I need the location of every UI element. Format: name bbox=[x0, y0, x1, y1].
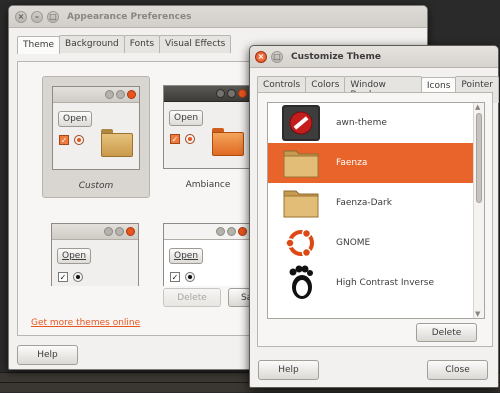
minimize-icon bbox=[104, 227, 113, 236]
folder-icon bbox=[212, 128, 244, 156]
radio-icon bbox=[185, 272, 195, 282]
theme-card[interactable]: Open ✓ bbox=[154, 214, 262, 286]
scroll-up-icon[interactable]: ▲ bbox=[475, 103, 480, 111]
tab-background[interactable]: Background bbox=[59, 35, 125, 53]
list-item-faenza-dark[interactable]: Faenza-Dark bbox=[268, 183, 474, 223]
list-scrollbar[interactable]: ▲ ▼ bbox=[473, 103, 484, 318]
gnome-foot-icon bbox=[276, 263, 326, 303]
help-button[interactable]: Help bbox=[17, 345, 78, 365]
preview-open-button: Open bbox=[57, 248, 92, 264]
theme-name: Ambiance bbox=[185, 180, 231, 190]
theme-name: Custom bbox=[78, 181, 114, 191]
preview-titlebar bbox=[52, 224, 138, 240]
folder-icon bbox=[101, 129, 133, 157]
theme-grid: Open ✓ Custom Open ✓ Ambiance Open ✓ Ope… bbox=[42, 76, 262, 286]
list-item-label: Faenza-Dark bbox=[336, 198, 392, 208]
checkbox-icon: ✓ bbox=[58, 272, 68, 282]
customize-theme-dialog: × □ Customize Theme Controls Colors Wind… bbox=[249, 45, 499, 388]
dialog-help-button[interactable]: Help bbox=[258, 360, 319, 380]
maximize-icon bbox=[116, 90, 125, 99]
dialog-titlebar[interactable]: × □ Customize Theme bbox=[250, 46, 498, 68]
theme-card[interactable]: Open ✓ bbox=[42, 214, 150, 286]
scroll-thumb[interactable] bbox=[476, 113, 482, 203]
close-icon bbox=[126, 227, 135, 236]
main-tabs: Theme Background Fonts Visual Effects bbox=[17, 35, 232, 54]
main-window-title: Appearance Preferences bbox=[67, 11, 192, 22]
list-item-label: Faenza bbox=[336, 158, 368, 168]
list-item-label: GNOME bbox=[336, 238, 371, 248]
no-entry-icon bbox=[276, 103, 326, 143]
list-item-gnome[interactable]: GNOME bbox=[268, 223, 474, 263]
maximize-dialog-button[interactable]: □ bbox=[271, 50, 283, 63]
preview-titlebar bbox=[164, 224, 250, 240]
minimize-icon bbox=[216, 227, 225, 236]
theme-preview: Open ✓ bbox=[163, 85, 251, 169]
maximize-icon bbox=[227, 89, 236, 98]
list-item-label: awn-theme bbox=[336, 118, 387, 128]
scroll-down-icon[interactable]: ▼ bbox=[475, 310, 480, 318]
close-icon bbox=[238, 227, 247, 236]
close-icon bbox=[127, 90, 136, 99]
maximize-icon bbox=[227, 227, 236, 236]
list-item-faenza[interactable]: Faenza bbox=[268, 143, 474, 183]
theme-preview: Open ✓ bbox=[51, 223, 139, 286]
checkbox-icon: ✓ bbox=[170, 134, 180, 144]
theme-preview: Open ✓ bbox=[163, 223, 251, 286]
get-more-themes-link[interactable]: Get more themes online bbox=[31, 318, 140, 328]
minimize-window-button[interactable]: – bbox=[31, 10, 43, 23]
dialog-title: Customize Theme bbox=[291, 51, 381, 62]
checkbox-icon: ✓ bbox=[170, 272, 180, 282]
theme-card-ambiance[interactable]: Open ✓ Ambiance bbox=[154, 76, 262, 198]
dialog-close-button[interactable]: Close bbox=[427, 360, 488, 380]
folder-icon bbox=[276, 183, 326, 223]
delete-theme-button[interactable]: Delete bbox=[163, 288, 221, 307]
radio-icon bbox=[74, 135, 84, 145]
close-dialog-button[interactable]: × bbox=[255, 50, 267, 63]
minimize-icon bbox=[105, 90, 114, 99]
close-window-button[interactable]: × bbox=[15, 10, 27, 23]
preview-open-button: Open bbox=[58, 111, 93, 127]
checkbox-icon: ✓ bbox=[59, 135, 69, 145]
tab-theme[interactable]: Theme bbox=[17, 36, 61, 54]
preview-titlebar bbox=[164, 86, 250, 102]
main-titlebar[interactable]: × – □ Appearance Preferences bbox=[9, 6, 427, 28]
maximize-icon bbox=[115, 227, 124, 236]
preview-titlebar bbox=[53, 87, 139, 103]
icons-panel: awn-theme Faenza Faenza-Dark GNOME High … bbox=[257, 92, 493, 347]
maximize-window-button[interactable]: □ bbox=[47, 10, 59, 23]
close-icon bbox=[238, 89, 247, 98]
preview-open-button: Open bbox=[169, 110, 204, 126]
tab-fonts[interactable]: Fonts bbox=[123, 35, 161, 53]
list-item-high-contrast-inverse[interactable]: High Contrast Inverse bbox=[268, 263, 474, 303]
list-item-label: High Contrast Inverse bbox=[336, 278, 435, 288]
icon-theme-list: awn-theme Faenza Faenza-Dark GNOME High … bbox=[267, 102, 485, 319]
minimize-icon bbox=[216, 89, 225, 98]
folder-icon bbox=[276, 143, 326, 183]
radio-icon bbox=[73, 272, 83, 282]
radio-icon bbox=[185, 134, 195, 144]
preview-open-button: Open bbox=[169, 248, 204, 264]
tab-visual-effects[interactable]: Visual Effects bbox=[159, 35, 232, 53]
ubuntu-logo-icon bbox=[276, 223, 326, 263]
list-item-awn-theme[interactable]: awn-theme bbox=[268, 103, 474, 143]
theme-card-custom[interactable]: Open ✓ Custom bbox=[42, 76, 150, 198]
theme-preview: Open ✓ bbox=[52, 86, 140, 170]
delete-icon-theme-button[interactable]: Delete bbox=[416, 323, 477, 342]
